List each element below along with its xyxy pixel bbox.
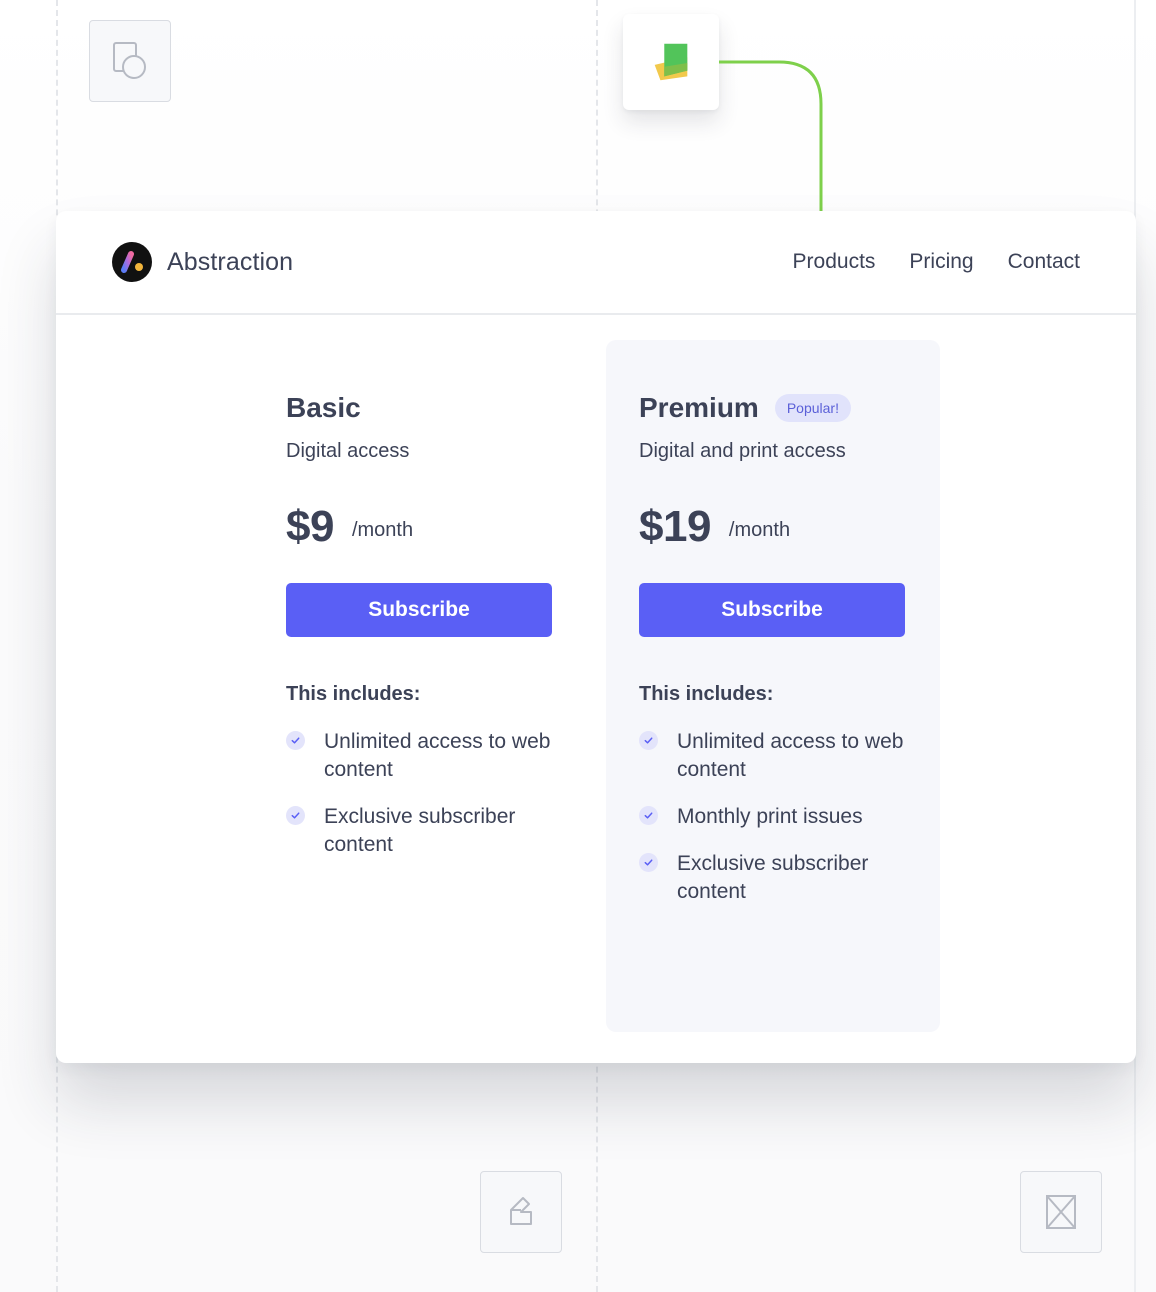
list-item: Unlimited access to web content <box>639 728 906 784</box>
subscribe-basic-button[interactable]: Subscribe <box>286 583 552 637</box>
abstraction-logo-icon <box>112 242 152 282</box>
feature-text: Unlimited access to web content <box>324 730 551 781</box>
plan-card-basic: Basic Digital access $9 /month Subscribe… <box>253 340 587 878</box>
feature-list: Unlimited access to web content Exclusiv… <box>286 728 553 859</box>
nav-links: Products Pricing Contact <box>793 250 1080 274</box>
includes-heading: This includes: <box>639 683 774 705</box>
plan-description: Digital access <box>286 440 410 462</box>
check-icon <box>286 731 305 750</box>
feature-text: Exclusive subscriber content <box>324 805 516 856</box>
check-icon <box>639 731 658 750</box>
feature-text: Monthly print issues <box>677 805 863 828</box>
check-icon <box>639 806 658 825</box>
plan-period: /month <box>728 518 791 541</box>
plan-name: Basic <box>286 392 361 423</box>
nav-link-pricing[interactable]: Pricing <box>909 250 973 274</box>
feature-text: Unlimited access to web content <box>677 730 904 781</box>
brand[interactable]: Abstraction <box>112 242 293 282</box>
subscribe-premium-button[interactable]: Subscribe <box>639 583 905 637</box>
top-nav: Abstraction Products Pricing Contact <box>56 211 1136 315</box>
paper-fold-icon <box>510 1197 532 1225</box>
check-icon <box>639 853 658 872</box>
plan-description: Digital and print access <box>639 440 846 462</box>
feature-list: Unlimited access to web content Monthly … <box>639 728 906 906</box>
includes-heading: This includes: <box>286 683 421 705</box>
plan-period: /month <box>351 518 414 541</box>
connector-line <box>719 60 823 211</box>
shapes-tile <box>89 20 171 102</box>
plan-price: $19 <box>639 502 711 551</box>
brand-name: Abstraction <box>167 247 294 276</box>
pricing-panel: Abstraction Products Pricing Contact Bas… <box>56 211 1136 1063</box>
plan-price: $9 <box>286 502 334 551</box>
shapes-icon <box>113 42 146 79</box>
popular-badge: Popular! <box>774 394 851 422</box>
plan-name: Premium <box>639 392 759 423</box>
list-item: Exclusive subscriber content <box>639 850 906 906</box>
nav-link-contact[interactable]: Contact <box>1008 250 1080 274</box>
paper-fold-tile <box>480 1171 562 1253</box>
list-item: Exclusive subscriber content <box>286 803 553 859</box>
stacked-cards-icon <box>654 43 688 81</box>
stacked-cards-card <box>623 14 719 110</box>
hourglass-icon <box>1046 1195 1076 1229</box>
check-icon <box>286 806 305 825</box>
hourglass-tile <box>1020 1171 1102 1253</box>
nav-link-products[interactable]: Products <box>793 250 876 274</box>
feature-text: Exclusive subscriber content <box>677 852 869 903</box>
plan-card-premium: Premium Popular! Digital and print acces… <box>606 340 940 1032</box>
list-item: Unlimited access to web content <box>286 728 553 784</box>
list-item: Monthly print issues <box>639 803 906 831</box>
